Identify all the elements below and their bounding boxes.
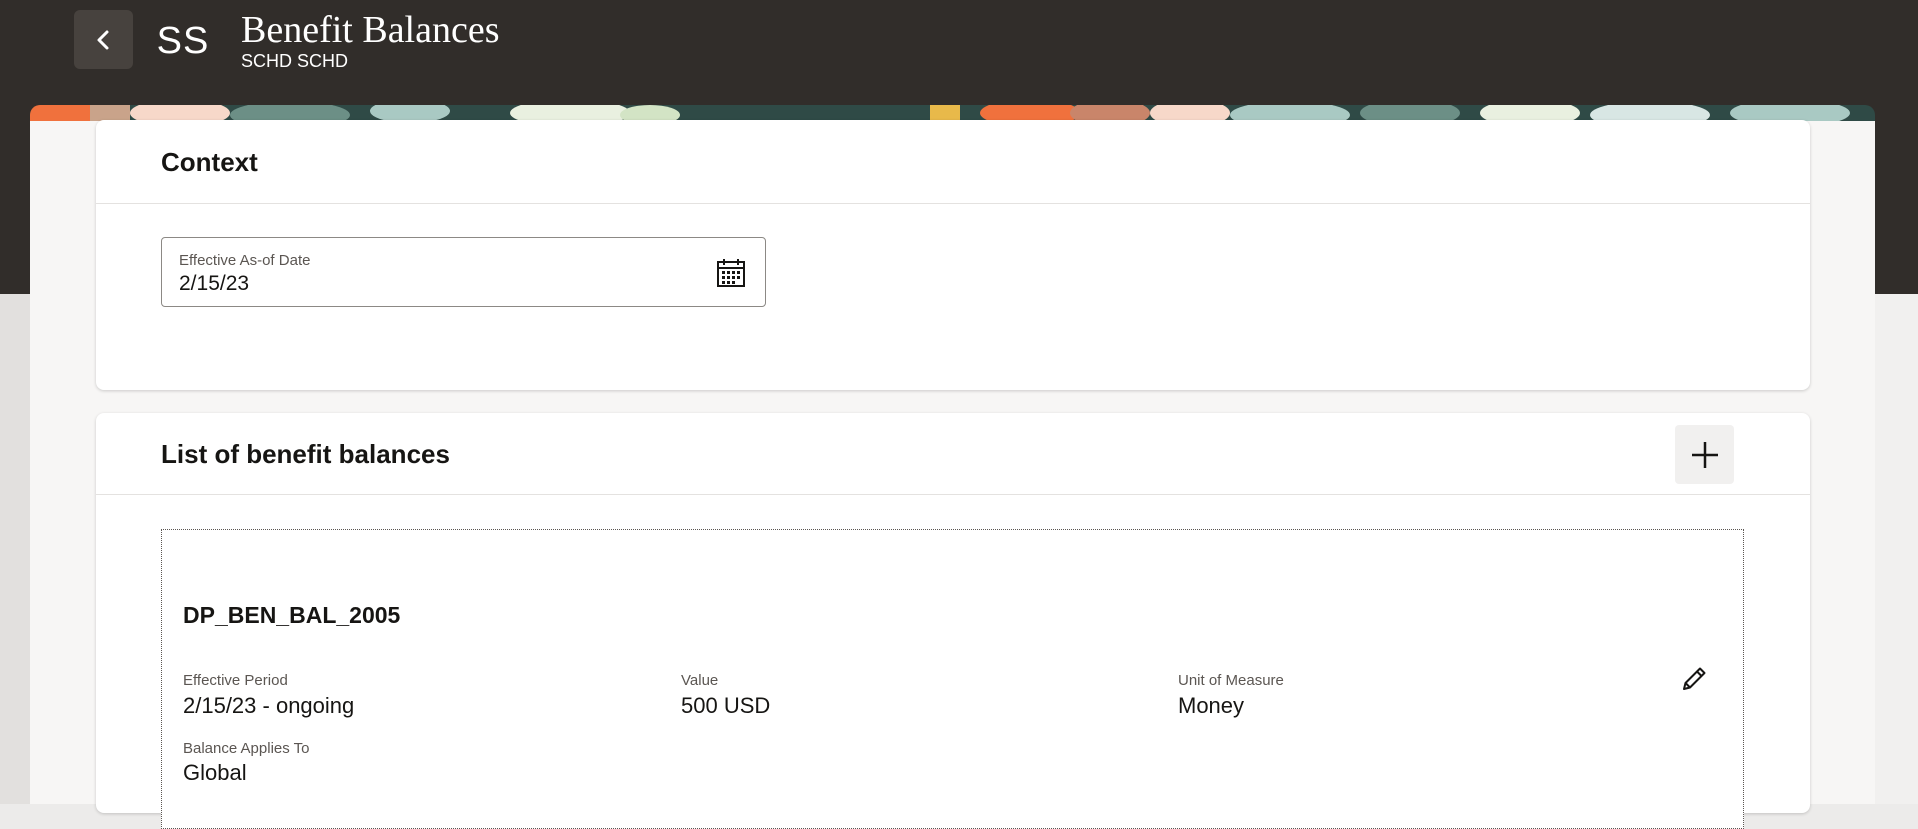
page-title: Benefit Balances bbox=[241, 9, 500, 51]
effective-date-label: Effective As-of Date bbox=[179, 252, 311, 269]
background-texture bbox=[0, 294, 30, 804]
balances-card-header: List of benefit balances bbox=[96, 413, 1810, 495]
effective-date-input[interactable]: 2/15/23 bbox=[179, 272, 249, 296]
calendar-icon[interactable] bbox=[715, 257, 747, 289]
balance-list-item[interactable]: DP_BEN_BAL_2005 Effective Period 2/15/23… bbox=[161, 529, 1744, 829]
value-label: Value bbox=[681, 672, 719, 689]
background-right bbox=[1875, 294, 1918, 804]
page-subtitle: SCHD SCHD bbox=[241, 51, 349, 71]
uom-value: Money bbox=[1178, 693, 1245, 718]
decorative-banner bbox=[30, 105, 1875, 121]
add-balance-button[interactable] bbox=[1675, 425, 1734, 484]
effective-period-value: 2/15/23 - ongoing bbox=[183, 693, 355, 718]
balances-title: List of benefit balances bbox=[161, 439, 450, 469]
pencil-icon bbox=[1683, 667, 1706, 690]
value-amount: 500 USD bbox=[681, 693, 771, 718]
balance-name: DP_BEN_BAL_2005 bbox=[183, 602, 401, 628]
avatar[interactable]: SS bbox=[157, 16, 209, 66]
uom-label: Unit of Measure bbox=[1178, 672, 1284, 689]
context-title: Context bbox=[161, 147, 258, 177]
edit-balance-button[interactable] bbox=[1677, 660, 1713, 696]
back-button[interactable] bbox=[74, 10, 133, 69]
applies-to-label: Balance Applies To bbox=[183, 740, 310, 757]
applies-to-value: Global bbox=[183, 760, 247, 785]
chevron-left-icon bbox=[97, 30, 108, 49]
plus-icon bbox=[1691, 441, 1718, 468]
context-card: Context Effective As-of Date 2/15/23 bbox=[96, 120, 1810, 390]
balances-card: List of benefit balances DP_BEN_BAL_2005… bbox=[96, 413, 1810, 829]
effective-period-label: Effective Period bbox=[183, 672, 288, 689]
context-card-header: Context bbox=[96, 120, 1810, 204]
effective-date-field[interactable]: Effective As-of Date 2/15/23 bbox=[161, 237, 766, 307]
